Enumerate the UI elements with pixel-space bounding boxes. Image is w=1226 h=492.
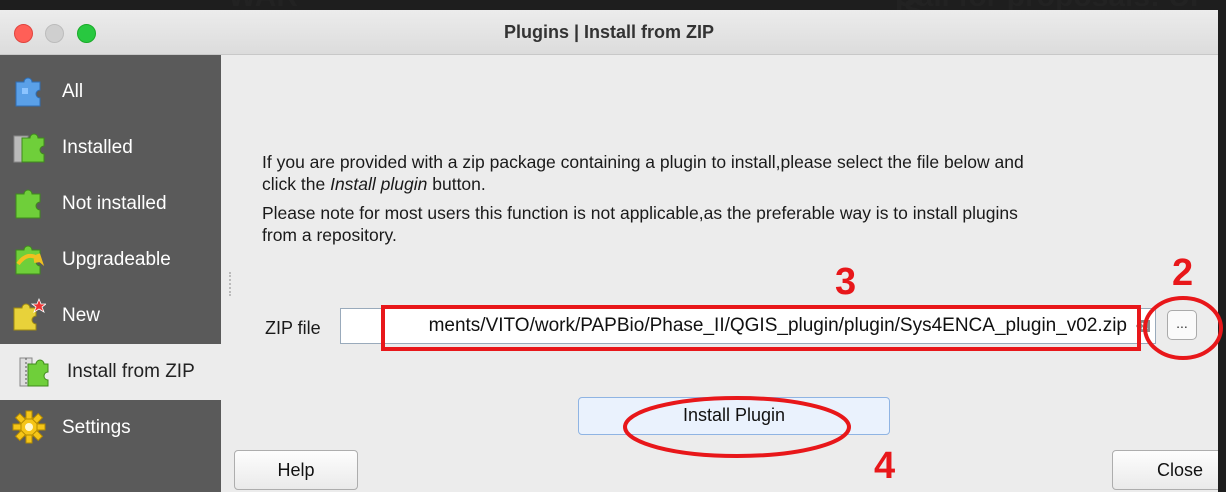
browse-button[interactable]: ... <box>1167 310 1197 340</box>
intro-line-2: click the Install plugin button. <box>262 174 486 194</box>
zip-file-label: ZIP file <box>265 318 321 338</box>
zip-file-input[interactable]: ments/VITO/work/PAPBio/Phase_II/QGIS_plu… <box>340 308 1156 344</box>
annotation-number-4: 4 <box>874 445 896 487</box>
sidebar-item-label: All <box>62 81 84 102</box>
sidebar-item-not-installed[interactable]: Not installed <box>0 176 221 232</box>
sidebar-item-install-from-zip[interactable]: Install from ZIP <box>0 344 221 400</box>
puzzle-zip-icon <box>19 357 49 387</box>
annotation-number-3: 3 <box>835 261 857 303</box>
sidebar-item-label: Not installed <box>62 193 167 214</box>
window-title: Plugins | Install from ZIP <box>503 22 715 42</box>
sidebar-item-new[interactable]: New <box>0 288 221 344</box>
help-button[interactable]: Help <box>234 450 358 490</box>
sidebar: All Installed Not installed Upgradeable <box>0 55 221 492</box>
note-line-2: from a repository. <box>262 225 397 245</box>
puzzle-new-icon <box>13 298 46 331</box>
intro-line-1: If you are provided with a zip package c… <box>262 152 1024 172</box>
sidebar-item-label: Installed <box>62 137 133 158</box>
install-from-zip-panel: If you are provided with a zip package c… <box>232 55 1218 492</box>
puzzle-installed-icon <box>13 133 45 163</box>
install-plugin-button[interactable]: Install Plugin <box>578 397 890 435</box>
title-bar[interactable]: Plugins | Install from ZIP <box>0 10 1218 55</box>
sidebar-item-label: Install from ZIP <box>67 361 195 382</box>
note-line-1: Please note for most users this function… <box>262 203 1018 223</box>
gear-icon <box>12 410 46 444</box>
sidebar-item-settings[interactable]: Settings <box>0 400 221 456</box>
close-button[interactable]: Close <box>1112 450 1218 490</box>
puzzle-all-icon <box>15 77 41 107</box>
sidebar-item-label: New <box>62 305 101 326</box>
sidebar-item-installed[interactable]: Installed <box>0 120 221 176</box>
plugins-dialog: Plugins | Install from ZIP All Installed… <box>0 10 1218 492</box>
puzzle-not-installed-icon <box>15 189 41 219</box>
sidebar-item-label: Settings <box>62 417 131 438</box>
sidebar-item-label: Upgradeable <box>62 249 171 270</box>
note-paragraph: Please note for most users this function… <box>262 202 1202 246</box>
sidebar-item-all[interactable]: All <box>0 64 221 120</box>
puzzle-upgradeable-icon <box>15 245 45 275</box>
sidebar-item-upgradeable[interactable]: Upgradeable <box>0 232 221 288</box>
zip-file-path: ments/VITO/work/PAPBio/Phase_II/QGIS_plu… <box>428 315 1127 336</box>
clear-input-icon[interactable] <box>1135 318 1151 334</box>
intro-paragraph: If you are provided with a zip package c… <box>262 151 1202 195</box>
annotation-number-2: 2 <box>1172 252 1194 294</box>
